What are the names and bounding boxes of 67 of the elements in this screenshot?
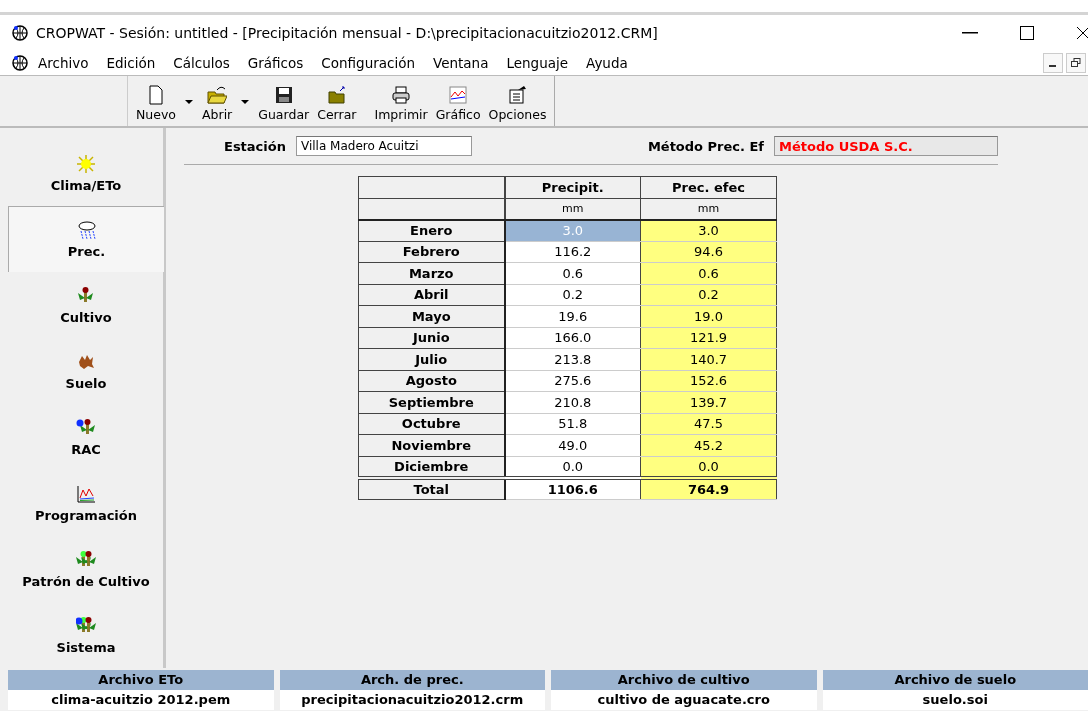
rain-icon <box>76 220 97 240</box>
minimize-icon[interactable] <box>962 32 978 34</box>
field-label: Método Prec. Ef <box>647 138 764 154</box>
open-icon <box>207 85 228 105</box>
row-header: Junio <box>358 327 505 349</box>
sidebar-item[interactable]: Sistema <box>8 602 164 668</box>
save-button[interactable]: Guardar <box>254 85 314 122</box>
window-title: CROPWAT - Sesión: untitled - [Precipitación mensual - D:\precipitacionacuitzio2012.CRM] <box>36 25 659 41</box>
print-icon <box>391 85 412 105</box>
new-icon <box>146 85 166 105</box>
menu-item[interactable]: Gráficos <box>241 55 312 71</box>
status-value: cultivo de aguacate.cro <box>551 690 817 710</box>
row-header: Octubre <box>358 413 505 435</box>
print-button[interactable]: Imprimir <box>370 85 432 122</box>
close-button[interactable]: Cerrar <box>313 85 361 122</box>
save-icon <box>273 85 294 105</box>
status-label: Archivo de suelo <box>822 670 1088 690</box>
status-label: Archivo ETo <box>8 670 274 690</box>
row-header: Septiembre <box>358 391 505 413</box>
restore-button[interactable] <box>1066 53 1086 73</box>
row-header: Febrero <box>358 241 505 263</box>
status-value: precipitacionacuitzio2012.crm <box>279 690 545 710</box>
caret-icon <box>184 99 194 105</box>
status-value: suelo.soi <box>822 690 1088 710</box>
row-header: Enero <box>358 219 505 241</box>
sidebar-item[interactable]: Suelo <box>8 338 164 404</box>
menu-item[interactable]: Ventana <box>427 55 497 71</box>
chart-button[interactable]: Gráfico <box>431 85 485 122</box>
row-header: Mayo <box>358 305 505 327</box>
chart-icon <box>448 85 469 105</box>
row-header: Agosto <box>358 370 505 392</box>
menu-item[interactable]: Cálculos <box>167 55 238 71</box>
sun-icon <box>76 153 96 174</box>
row-header: Noviembre <box>358 434 505 456</box>
row-header: Abril <box>358 284 505 306</box>
station-field[interactable]: Villa Madero Acuitzi <box>295 136 472 156</box>
options-icon <box>507 85 528 105</box>
status-label: Archivo de cultivo <box>551 670 817 690</box>
schedule-icon <box>76 483 96 504</box>
menu-item[interactable]: Edición <box>100 55 164 71</box>
sidebar-item[interactable]: Programación <box>8 470 164 536</box>
column-header: Prec. efec <box>640 176 777 198</box>
maximize-icon[interactable] <box>1020 26 1034 40</box>
column-header: Precipit. <box>504 176 641 198</box>
status-value: clima-acuitzio 2012.pem <box>8 690 274 710</box>
sidebar-item[interactable]: Clima/ETo <box>8 140 164 206</box>
menu-item[interactable]: Lenguaje <box>500 55 577 71</box>
menu-item[interactable]: Archivo <box>32 55 97 71</box>
sidebar-item[interactable]: Prec. <box>8 206 164 272</box>
restore-icon <box>1071 58 1081 68</box>
new-button[interactable]: Nuevo <box>132 85 198 122</box>
sidebar-item[interactable]: RAC <box>8 404 164 470</box>
menu-item[interactable]: Configuración <box>315 55 423 71</box>
minimize-button[interactable] <box>1043 53 1063 73</box>
status-label: Arch. de prec. <box>279 670 545 690</box>
caret-icon <box>240 99 251 105</box>
open-button[interactable]: Abrir <box>198 85 255 122</box>
sidebar-item[interactable]: Cultivo <box>8 272 164 338</box>
menu-item[interactable]: Ayuda <box>580 55 636 71</box>
row-header: Julio <box>358 348 505 370</box>
field-label: Estación <box>224 138 286 154</box>
row-header: Total <box>358 477 505 499</box>
sidebar-item[interactable]: Patrón de Cultivo <box>8 536 164 602</box>
globe-icon <box>12 25 28 41</box>
options-button[interactable]: Opciones <box>484 85 551 122</box>
row-header: Marzo <box>358 262 505 284</box>
globe-icon <box>12 55 28 71</box>
